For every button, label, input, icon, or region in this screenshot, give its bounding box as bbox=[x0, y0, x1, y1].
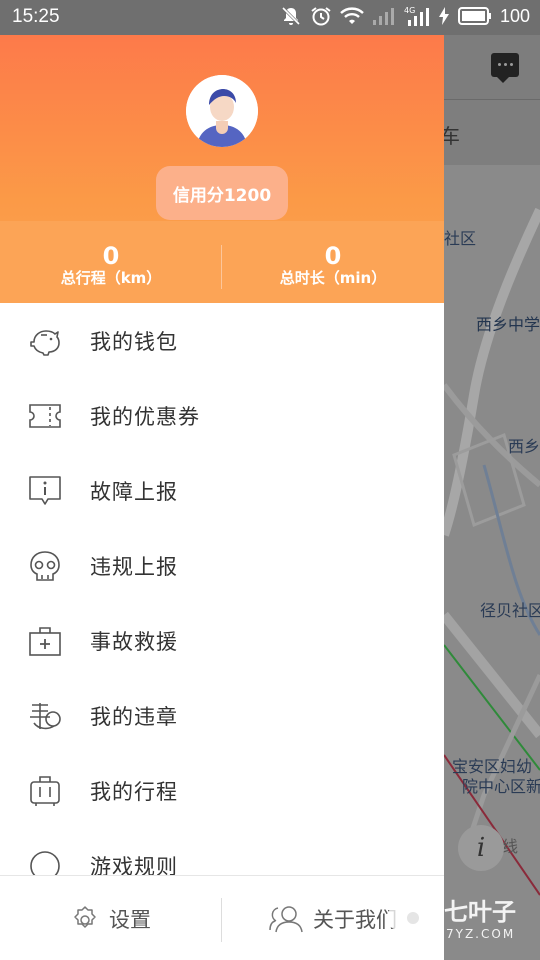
stat-value: 0 bbox=[102, 242, 120, 270]
menu-item-label: 我的优惠券 bbox=[90, 404, 200, 429]
wallet-icon bbox=[28, 324, 62, 358]
credit-score-badge[interactable]: 信用分1200 bbox=[156, 166, 288, 220]
map-label: 西乡 bbox=[508, 437, 540, 456]
menu-item-wallet[interactable]: 我的钱包 bbox=[0, 303, 444, 378]
battery-level: 100 bbox=[499, 5, 530, 26]
map-tab-bar: 车 bbox=[444, 99, 540, 165]
stat-label: 总时长（min） bbox=[279, 269, 387, 287]
wifi-icon bbox=[340, 7, 364, 24]
gear-icon bbox=[74, 905, 96, 928]
menu-item-rules[interactable]: 游戏规则 bbox=[0, 828, 444, 875]
settings-button[interactable]: 设置 bbox=[0, 876, 222, 960]
first-aid-icon bbox=[28, 624, 62, 658]
menu-item-my-violations[interactable]: 我的违章 bbox=[0, 678, 444, 753]
menu-item-accident-rescue[interactable]: 事故救援 bbox=[0, 603, 444, 678]
avatar[interactable] bbox=[186, 75, 258, 147]
menu-item-label: 游戏规则 bbox=[90, 854, 178, 876]
menu-item-label: 我的钱包 bbox=[90, 329, 178, 354]
signal-4g-icon: 4G bbox=[404, 6, 429, 26]
leaf-logo-icon bbox=[387, 892, 439, 943]
menu-item-coupons[interactable]: 我的优惠券 bbox=[0, 378, 444, 453]
watermark-url: 7YZ.COM bbox=[446, 927, 516, 941]
menu-item-fault-report[interactable]: 故障上报 bbox=[0, 453, 444, 528]
map-label: 院中心区新 bbox=[462, 777, 540, 796]
svg-text:4G: 4G bbox=[404, 6, 415, 15]
trip-stats: 0 总行程（km） 0 总时长（min） bbox=[0, 221, 444, 303]
charging-icon bbox=[438, 7, 449, 25]
side-drawer: 信用分1200 0 总行程（km） 0 总时长（min） 我的钱包 我的优惠券 bbox=[0, 35, 444, 960]
map-roads bbox=[444, 207, 540, 896]
fault-report-icon bbox=[28, 474, 62, 508]
alarm-icon bbox=[311, 7, 331, 26]
status-bar: 15:25 4G 100 bbox=[0, 0, 540, 35]
status-icons: 4G 100 bbox=[280, 5, 530, 27]
map-label: 社区 bbox=[444, 229, 477, 248]
drawer-menu: 我的钱包 我的优惠券 故障上报 违规上报 事故救援 我的违章 我的行程 游戏规则 bbox=[0, 303, 444, 875]
rules-icon bbox=[28, 849, 62, 875]
map-label: 径贝社区 bbox=[480, 601, 540, 620]
map-label: 西乡中学 bbox=[476, 315, 540, 334]
menu-item-label: 故障上报 bbox=[90, 479, 178, 504]
users-icon bbox=[269, 905, 303, 932]
profile-header: 信用分1200 0 总行程（km） 0 总时长（min） bbox=[0, 35, 444, 303]
stat-value: 0 bbox=[324, 242, 342, 270]
skull-icon bbox=[28, 549, 62, 583]
mute-bell-icon bbox=[281, 6, 301, 26]
menu-item-label: 事故救援 bbox=[90, 629, 178, 654]
user-avatar-icon bbox=[186, 75, 258, 147]
map-top-bar bbox=[444, 35, 540, 99]
message-icon[interactable] bbox=[491, 53, 519, 83]
drawer-footer: 设置 关于我们 bbox=[0, 875, 444, 960]
watermark-text: 七叶子 bbox=[444, 898, 516, 926]
map-label: 线 bbox=[502, 837, 519, 856]
settings-label: 设置 bbox=[109, 907, 151, 932]
menu-item-my-trips[interactable]: 我的行程 bbox=[0, 753, 444, 828]
violation-icon bbox=[28, 699, 62, 733]
status-time: 15:25 bbox=[12, 6, 60, 27]
menu-item-label: 我的违章 bbox=[90, 704, 178, 729]
menu-item-label: 违规上报 bbox=[90, 554, 178, 579]
map-background[interactable]: 车 社区 西乡中学 西乡 径贝社区 宝安区妇幼 院中心区新 线 i bbox=[444, 35, 540, 960]
menu-item-label: 我的行程 bbox=[90, 779, 178, 804]
luggage-icon bbox=[28, 774, 62, 808]
battery-icon bbox=[457, 7, 491, 25]
stat-label: 总行程（km） bbox=[60, 269, 162, 287]
stat-total-distance: 0 总行程（km） bbox=[0, 221, 222, 287]
stat-total-duration: 0 总时长（min） bbox=[222, 221, 444, 287]
map-tab-text[interactable]: 车 bbox=[444, 120, 460, 149]
signal-weak-icon bbox=[372, 8, 394, 25]
menu-item-violation-report[interactable]: 违规上报 bbox=[0, 528, 444, 603]
info-icon[interactable]: i bbox=[458, 825, 504, 871]
coupon-icon bbox=[28, 399, 62, 433]
